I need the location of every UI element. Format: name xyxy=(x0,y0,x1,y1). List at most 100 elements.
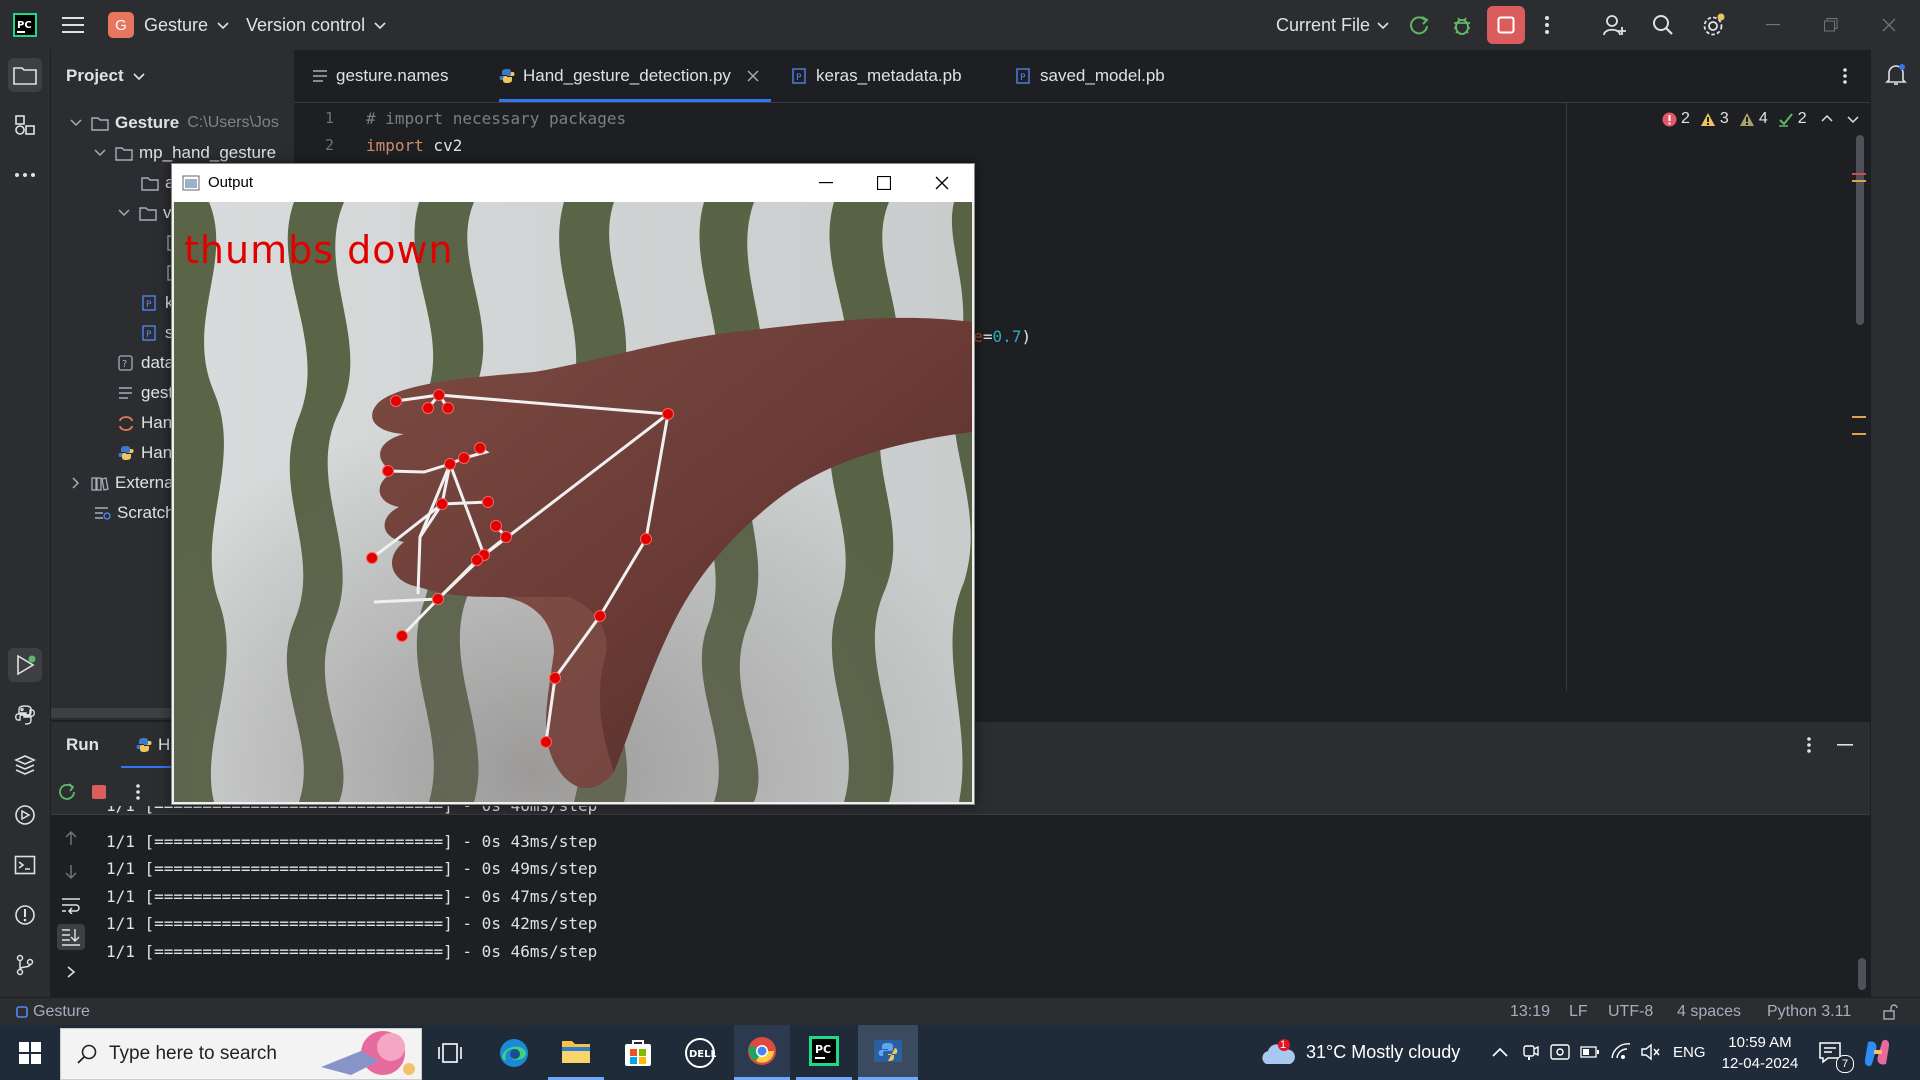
output-window[interactable]: Output thumbs down xyxy=(171,163,975,805)
tree-node-folder-v[interactable]: v xyxy=(117,198,172,228)
notifications-bell-icon[interactable] xyxy=(1879,58,1913,92)
editor-vertical-scrollbar[interactable] xyxy=(1856,135,1864,325)
console-scrollbar[interactable] xyxy=(1858,958,1866,990)
line-separator[interactable]: LF xyxy=(1569,998,1588,1026)
more-actions-icon[interactable] xyxy=(1530,8,1564,42)
project-panel-header[interactable]: Project xyxy=(66,61,146,91)
stop-icon[interactable] xyxy=(91,784,107,800)
problems-icon[interactable] xyxy=(8,898,42,932)
structure-tool-icon[interactable] xyxy=(8,108,42,142)
close-tab-icon[interactable] xyxy=(747,70,759,82)
taskbar-search-box[interactable]: Type here to search xyxy=(60,1028,422,1080)
tree-node-scratches[interactable]: Scratch xyxy=(93,498,175,528)
copilot-button[interactable] xyxy=(1862,1025,1892,1080)
close-icon[interactable] xyxy=(935,176,949,190)
warning-stripe-mark[interactable] xyxy=(1852,433,1866,435)
project-switcher[interactable]: G Gesture xyxy=(108,0,230,50)
scroll-to-end-button[interactable] xyxy=(57,924,85,950)
dell-app-icon[interactable]: DELL xyxy=(672,1025,728,1080)
python-console-icon[interactable] xyxy=(8,698,42,732)
unlock-icon[interactable] xyxy=(1882,1004,1898,1020)
run-tab[interactable]: H xyxy=(136,722,170,768)
meet-now-icon[interactable] xyxy=(1550,1043,1570,1061)
task-view-icon[interactable] xyxy=(422,1025,478,1080)
edge-browser-icon[interactable] xyxy=(486,1025,542,1080)
scroll-down-icon[interactable] xyxy=(63,864,79,880)
warning-stripe-mark[interactable] xyxy=(1852,180,1866,182)
tab-keras-metadata[interactable]: P keras_metadata.pb xyxy=(792,50,962,102)
python-packages-icon[interactable] xyxy=(8,748,42,782)
expand-icon[interactable] xyxy=(66,965,76,979)
hide-panel-icon[interactable] xyxy=(1837,744,1853,746)
maximize-icon[interactable] xyxy=(877,176,891,190)
minimize-window-icon[interactable] xyxy=(1756,8,1790,42)
file-encoding[interactable]: UTF-8 xyxy=(1608,998,1653,1026)
left-tool-strip xyxy=(0,50,51,997)
status-project[interactable]: Gesture xyxy=(16,998,90,1026)
input-language[interactable]: ENG xyxy=(1673,1025,1706,1080)
tree-node-data[interactable]: ? data xyxy=(117,348,174,378)
tree-node-gesture-names[interactable]: gest xyxy=(117,378,173,408)
tab-saved-model[interactable]: P saved_model.pb xyxy=(1016,50,1165,102)
settings-gear-icon[interactable] xyxy=(1696,8,1730,42)
pycharm-logo-icon[interactable]: PC xyxy=(8,8,42,42)
tab-hand-gesture-detection[interactable]: Hand_gesture_detection.py xyxy=(499,50,771,102)
microsoft-store-icon[interactable] xyxy=(610,1025,666,1080)
tree-node-external-libraries[interactable]: Externa xyxy=(69,468,174,498)
close-window-icon[interactable] xyxy=(1872,8,1906,42)
tree-label: gest xyxy=(141,383,174,402)
search-icon[interactable] xyxy=(1646,8,1680,42)
tree-node-keras-metadata[interactable]: P k xyxy=(141,288,174,318)
clock[interactable]: 10:59 AM 12-04-2024 xyxy=(1718,1025,1802,1080)
indent-setting[interactable]: 4 spaces xyxy=(1677,998,1741,1026)
output-window-titlebar[interactable]: Output xyxy=(172,164,974,202)
terminal-icon[interactable] xyxy=(8,848,42,882)
inspection-widget[interactable]: 2 3 4 2 xyxy=(1662,108,1859,130)
version-control-menu[interactable]: Version control xyxy=(246,0,387,50)
tree-node-root[interactable]: Gesture C:\Users\Jos xyxy=(69,108,279,138)
camera-in-use-icon[interactable] xyxy=(1522,1043,1540,1061)
svg-text:DELL: DELL xyxy=(689,1049,716,1060)
weather-widget[interactable]: 1 31°C Mostly cloudy xyxy=(1260,1025,1460,1080)
git-icon[interactable] xyxy=(8,948,42,982)
chevron-down-icon xyxy=(70,119,82,127)
wifi-icon[interactable] xyxy=(1610,1042,1632,1060)
chrome-browser-icon[interactable] xyxy=(734,1025,790,1080)
run-config-selector[interactable]: Current File xyxy=(1276,0,1390,50)
debug-icon[interactable] xyxy=(1445,8,1479,42)
stop-button[interactable] xyxy=(1487,6,1525,44)
more-tools-icon[interactable] xyxy=(8,158,42,192)
services-icon[interactable] xyxy=(8,798,42,832)
minimize-icon[interactable] xyxy=(819,182,833,184)
code-with-me-icon[interactable] xyxy=(1597,8,1631,42)
show-hidden-icons-icon[interactable] xyxy=(1492,1046,1508,1058)
file-explorer-icon[interactable] xyxy=(548,1025,604,1080)
python-window-taskbar-icon[interactable] xyxy=(858,1025,918,1080)
tree-node-saved-model[interactable]: P s xyxy=(141,318,174,348)
tab-gesture-names[interactable]: gesture.names xyxy=(312,50,448,102)
start-button[interactable] xyxy=(0,1025,60,1080)
volume-muted-icon[interactable] xyxy=(1640,1043,1660,1061)
tree-node-folder-a[interactable]: a xyxy=(141,168,174,198)
rerun-icon[interactable] xyxy=(1402,8,1436,42)
warning-stripe-mark[interactable] xyxy=(1852,416,1866,418)
more-run-actions-icon[interactable] xyxy=(135,783,141,801)
pycharm-taskbar-icon[interactable]: PC xyxy=(796,1025,852,1080)
restore-window-icon[interactable] xyxy=(1814,8,1848,42)
soft-wrap-icon[interactable] xyxy=(61,896,81,914)
run-tool-icon[interactable] xyxy=(8,648,42,682)
error-stripe-mark[interactable] xyxy=(1852,173,1866,175)
caret-position[interactable]: 13:19 xyxy=(1510,998,1550,1026)
next-highlight-icon[interactable] xyxy=(1847,113,1859,125)
main-menu-icon[interactable] xyxy=(56,8,90,42)
module-icon xyxy=(16,1006,28,1018)
run-options-icon[interactable] xyxy=(1806,736,1812,754)
notification-center-button[interactable]: 7 xyxy=(1818,1025,1854,1080)
python-interpreter[interactable]: Python 3.11 xyxy=(1767,998,1851,1026)
rerun-icon[interactable] xyxy=(57,782,77,802)
project-tool-icon[interactable] xyxy=(8,58,42,92)
tab-options-icon[interactable] xyxy=(1842,50,1848,102)
previous-highlight-icon[interactable] xyxy=(1821,113,1833,125)
scroll-up-icon[interactable] xyxy=(63,830,79,846)
battery-icon[interactable] xyxy=(1580,1046,1600,1058)
